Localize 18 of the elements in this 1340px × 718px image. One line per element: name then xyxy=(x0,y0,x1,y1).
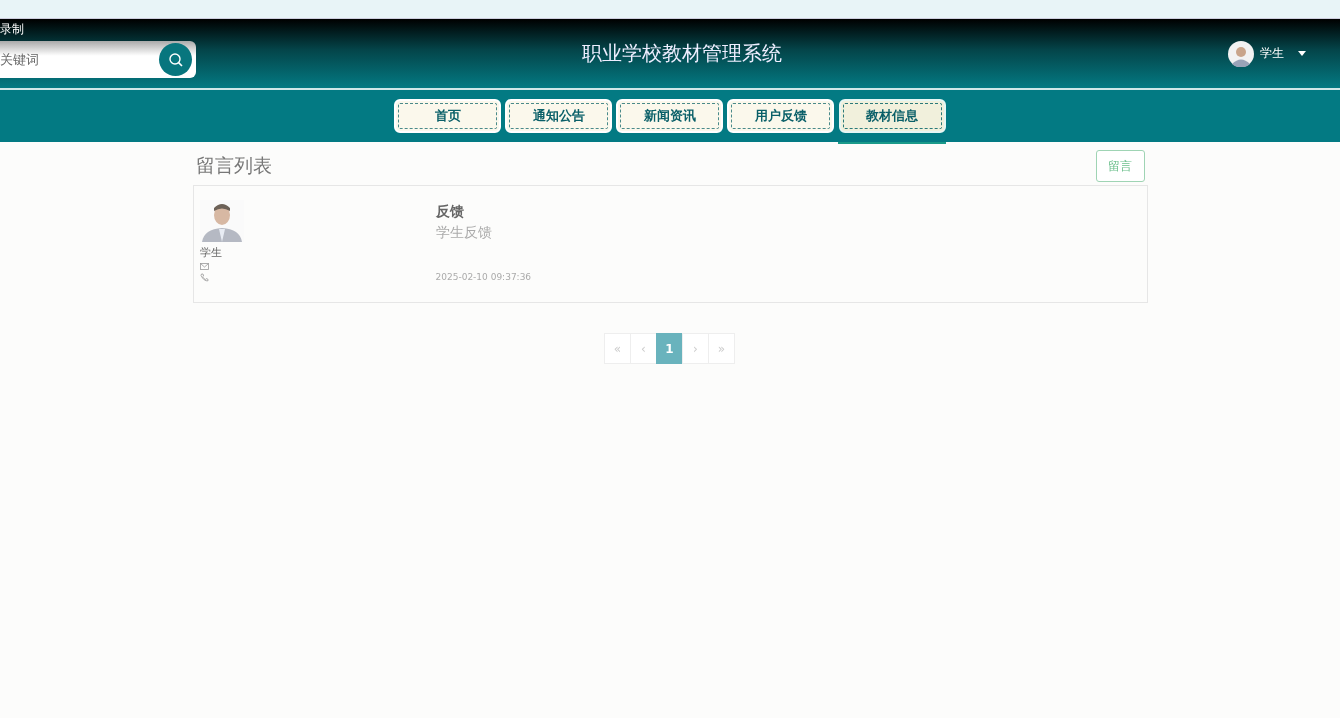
recording-label: 录制 xyxy=(0,22,24,36)
site-title: 职业学校教材管理系统 xyxy=(581,40,783,67)
nav-tab[interactable]: 通知公告 xyxy=(505,99,612,133)
search-icon xyxy=(167,51,184,68)
avatar-icon[interactable] xyxy=(1228,40,1254,67)
message-time: 2025-02-10 09:37:36 xyxy=(435,272,532,282)
nav-tab[interactable]: 首页 xyxy=(394,99,501,133)
nav-tab[interactable]: 用户反馈 xyxy=(727,99,834,133)
nav-tab[interactable]: 教材信息 xyxy=(838,99,946,133)
user-name[interactable]: 学生 xyxy=(1260,45,1284,62)
mail-icon xyxy=(199,263,209,270)
author-name: 学生 xyxy=(199,245,222,260)
message-content: 学生反馈 xyxy=(435,224,492,242)
message-title: 反馈 xyxy=(435,203,464,221)
nav-tab[interactable]: 新闻资讯 xyxy=(616,99,723,133)
caret-icon[interactable] xyxy=(1298,51,1306,56)
phone-icon xyxy=(199,273,209,282)
section-title: 留言列表 xyxy=(195,153,272,178)
